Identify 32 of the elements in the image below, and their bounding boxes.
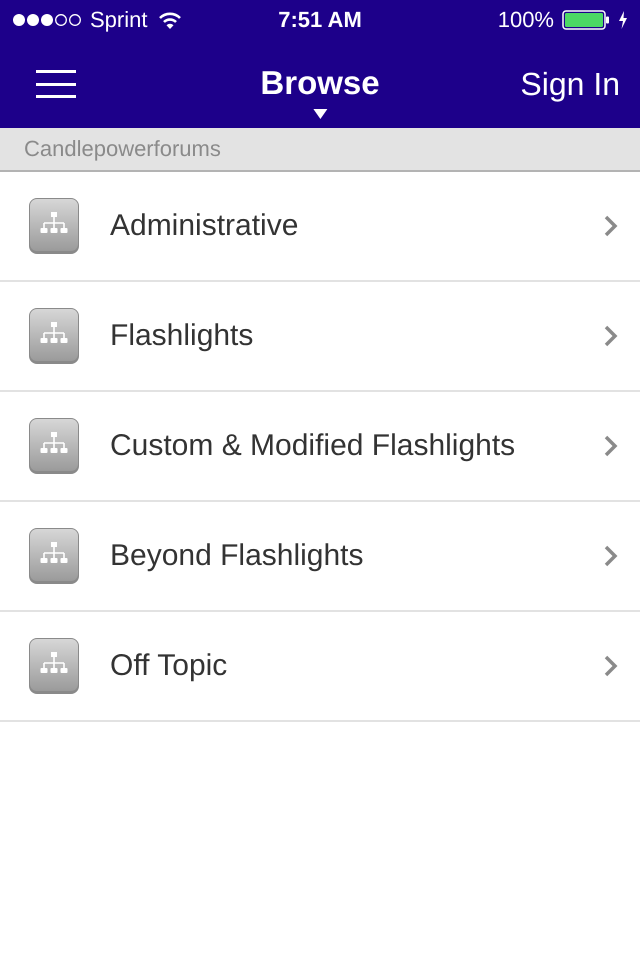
forum-title: Off Topic [110, 651, 228, 681]
forum-title: Beyond Flashlights [110, 541, 364, 571]
forum-list-item[interactable]: Flashlights [0, 282, 640, 392]
menu-icon[interactable] [36, 70, 76, 98]
chevron-right-icon [604, 325, 618, 347]
hierarchy-icon [28, 197, 80, 255]
hierarchy-icon [28, 307, 80, 365]
sign-in-button[interactable]: Sign In [520, 68, 620, 100]
section-title: Candlepowerforums [24, 138, 221, 160]
dropdown-caret-icon[interactable] [313, 109, 327, 119]
chevron-right-icon [604, 435, 618, 457]
chevron-right-icon [604, 545, 618, 567]
hierarchy-icon [28, 637, 80, 695]
battery-icon [562, 10, 610, 30]
forum-list-item[interactable]: Off Topic [0, 612, 640, 722]
hierarchy-icon [28, 527, 80, 585]
wifi-icon [159, 12, 182, 28]
forum-list-item[interactable]: Custom & Modified Flashlights [0, 392, 640, 502]
charging-bolt-icon [618, 11, 628, 29]
forum-title: Custom & Modified Flashlights [110, 431, 516, 461]
chevron-right-icon [604, 215, 618, 237]
page-title[interactable]: Browse [260, 66, 380, 99]
clock-time: 7:51 AM [278, 9, 362, 31]
battery-percent: 100% [498, 9, 554, 31]
forum-list-item[interactable]: Administrative [0, 172, 640, 282]
hierarchy-icon [28, 417, 80, 475]
forum-list-item[interactable]: Beyond Flashlights [0, 502, 640, 612]
chevron-right-icon [604, 655, 618, 677]
signal-strength-icon [12, 13, 82, 27]
forum-title: Administrative [110, 211, 298, 241]
carrier-name: Sprint [90, 9, 148, 31]
forum-title: Flashlights [110, 321, 254, 351]
